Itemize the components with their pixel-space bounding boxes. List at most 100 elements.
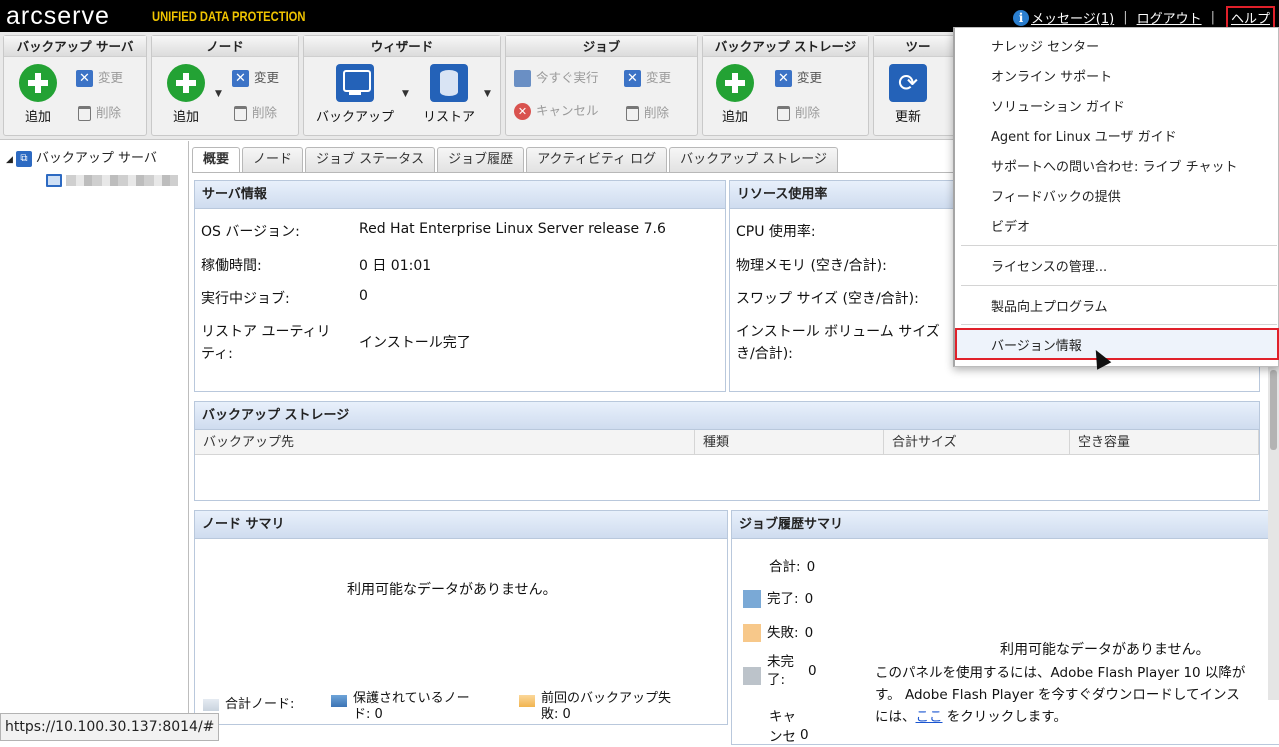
- flash-notice-line1: このパネルを使用するには、Adobe Flash Player 10 以降が: [875, 665, 1246, 681]
- total-value: 0: [806, 559, 816, 575]
- edit-icon: ✕: [775, 70, 792, 87]
- tab-overview[interactable]: 概要: [192, 147, 241, 173]
- tree-root-backup-server[interactable]: ◢ ⧉ バックアップ サーバ: [6, 147, 157, 167]
- menu-item-knowledge-center[interactable]: ナレッジ センター: [991, 36, 1099, 55]
- delete-job-button[interactable]: 削除: [624, 102, 669, 121]
- trash-icon: [777, 106, 790, 121]
- panel-title: バックアップ ストレージ: [195, 402, 1259, 430]
- total-label: 合計:: [769, 559, 801, 575]
- monitor-icon: [336, 64, 374, 102]
- collapse-icon[interactable]: ◢: [6, 155, 13, 165]
- tab-activity-log[interactable]: アクティビティ ログ: [526, 147, 668, 172]
- cancel-icon: ✕: [514, 103, 531, 120]
- menu-item-license[interactable]: ライセンスの管理...: [991, 256, 1107, 275]
- legend-label: 合計ノード:: [225, 697, 295, 712]
- legend-swatch: [203, 698, 219, 711]
- button-label: 削除: [252, 105, 278, 120]
- menu-item-solution-guide[interactable]: ソリューション ガイド: [991, 96, 1125, 115]
- trash-icon: [626, 106, 639, 121]
- menu-item-video[interactable]: ビデオ: [991, 216, 1030, 235]
- trash-icon: [78, 106, 91, 121]
- flash-download-link[interactable]: ここ: [916, 709, 943, 725]
- tab-job-status[interactable]: ジョブ ステータス: [305, 147, 436, 172]
- tree-node-server[interactable]: [46, 173, 178, 188]
- modify-storage-button[interactable]: ✕ 変更: [775, 67, 822, 87]
- button-label: 削除: [96, 105, 122, 120]
- plus-icon: [19, 64, 57, 102]
- separator: |: [1123, 10, 1128, 25]
- swap-label: スワップ サイズ (空き/合計):: [736, 291, 919, 307]
- button-label: 変更: [254, 70, 280, 85]
- run-now-button[interactable]: 今すぐ実行: [514, 67, 599, 87]
- backup-wizard-button[interactable]: バックアップ: [308, 64, 402, 125]
- dropdown-arrow-icon[interactable]: ▼: [215, 89, 222, 99]
- menu-separator: [961, 245, 1277, 246]
- dropdown-arrow-icon[interactable]: ▼: [484, 89, 491, 99]
- plus-icon: [716, 64, 754, 102]
- add-storage-button[interactable]: 追加: [707, 64, 763, 125]
- column-header-free-space[interactable]: 空き容量: [1070, 430, 1259, 455]
- uptime-label: 稼働時間:: [201, 258, 262, 274]
- flash-text: をクリックします。: [942, 709, 1067, 725]
- tab-backup-storage[interactable]: バックアップ ストレージ: [669, 147, 838, 172]
- add-server-button[interactable]: 追加: [10, 64, 66, 125]
- refresh-button[interactable]: ⟳ 更新: [880, 64, 936, 125]
- computer-icon: [46, 174, 62, 187]
- column-header-total-size[interactable]: 合計サイズ: [884, 430, 1070, 455]
- cpu-usage-label: CPU 使用率:: [736, 224, 816, 240]
- product-name: UNIFIED DATA PROTECTION: [152, 8, 306, 24]
- column-header-type[interactable]: 種類: [695, 430, 884, 455]
- menu-item-about[interactable]: バージョン情報: [991, 335, 1082, 354]
- menu-item-online-support[interactable]: オンライン サポート: [991, 66, 1112, 85]
- logout-link[interactable]: ログアウト: [1137, 8, 1202, 27]
- group-title: ウィザード: [304, 36, 500, 57]
- failed-jobs: 失敗: 0: [743, 621, 813, 642]
- legend-label-cont: 敗: 0: [541, 707, 571, 722]
- main-tabs: 概要 ノード ジョブ ステータス ジョブ履歴 アクティビティ ログ バックアップ ストレー…: [192, 147, 840, 173]
- separator: |: [1210, 10, 1215, 25]
- dropdown-arrow-icon[interactable]: ▼: [402, 89, 409, 99]
- menu-item-agent-user-guide[interactable]: Agent for Linux ユーザ ガイド: [991, 126, 1177, 145]
- backup-storage-panel: バックアップ ストレージ バックアップ先 種類 合計サイズ 空き容量: [194, 401, 1260, 501]
- legend-swatch: [743, 624, 761, 642]
- messages-link[interactable]: メッセージ(1): [1031, 8, 1114, 27]
- panel-title: ノード サマリ: [195, 511, 727, 539]
- delete-server-button[interactable]: 削除: [76, 102, 121, 121]
- memory-label: 物理メモリ (空き/合計):: [736, 258, 887, 274]
- button-label: キャンセル: [536, 103, 599, 118]
- button-label: 追加: [721, 110, 748, 125]
- job-group: ジョブ 今すぐ実行 ✕ 変更 ✕ キャンセル 削除: [505, 35, 698, 136]
- flash-notice-line3: には、ここ をクリックします。: [875, 705, 1067, 725]
- no-data-message: 利用可能なデータがありません。: [347, 582, 557, 598]
- tab-job-history[interactable]: ジョブ履歴: [437, 147, 525, 172]
- modify-server-button[interactable]: ✕ 変更: [76, 67, 123, 87]
- column-header-destination[interactable]: バックアップ先: [195, 430, 695, 455]
- modify-job-button[interactable]: ✕ 変更: [624, 67, 671, 87]
- info-icon[interactable]: i: [1013, 9, 1030, 26]
- node-summary-panel: ノード サマリ 利用可能なデータがありません。 合計ノード: 保護されているノー…: [194, 510, 728, 725]
- server-tree: ◢ ⧉ バックアップ サーバ: [0, 141, 189, 713]
- menu-item-live-chat[interactable]: サポートへの問い合わせ: ライブ チャット: [991, 156, 1238, 175]
- tree-root-label: バックアップ サーバ: [35, 151, 157, 166]
- legend-swatch: [743, 590, 761, 608]
- scrollbar[interactable]: [1268, 360, 1279, 700]
- panel-title: サーバ情報: [195, 181, 725, 209]
- failed-label: 失敗:: [767, 625, 799, 641]
- menu-item-improvement-program[interactable]: 製品向上プログラム: [991, 296, 1108, 315]
- status-url: https://10.100.30.137:8014/#: [0, 713, 220, 741]
- delete-node-button[interactable]: 削除: [232, 102, 277, 121]
- trash-icon: [234, 106, 247, 121]
- no-data-message: 利用可能なデータがありません。: [1000, 642, 1210, 658]
- cancel-job-button[interactable]: ✕ キャンセル: [514, 100, 599, 120]
- add-node-button[interactable]: 追加: [158, 64, 214, 125]
- restore-wizard-button[interactable]: リストア: [414, 64, 484, 125]
- help-link[interactable]: ヘルプ: [1225, 6, 1275, 29]
- incomplete-jobs: 未完 了: 0: [743, 653, 817, 689]
- flash-notice-line2: す。 Adobe Flash Player を今すぐダウンロードしてインス: [875, 687, 1240, 703]
- button-label: 変更: [98, 70, 124, 85]
- help-menu: ナレッジ センター オンライン サポート ソリューション ガイド Agent f…: [953, 27, 1279, 367]
- modify-node-button[interactable]: ✕ 変更: [232, 67, 279, 87]
- delete-storage-button[interactable]: 削除: [775, 102, 820, 121]
- tab-node[interactable]: ノード: [242, 147, 304, 172]
- menu-item-feedback[interactable]: フィードバックの提供: [991, 186, 1121, 205]
